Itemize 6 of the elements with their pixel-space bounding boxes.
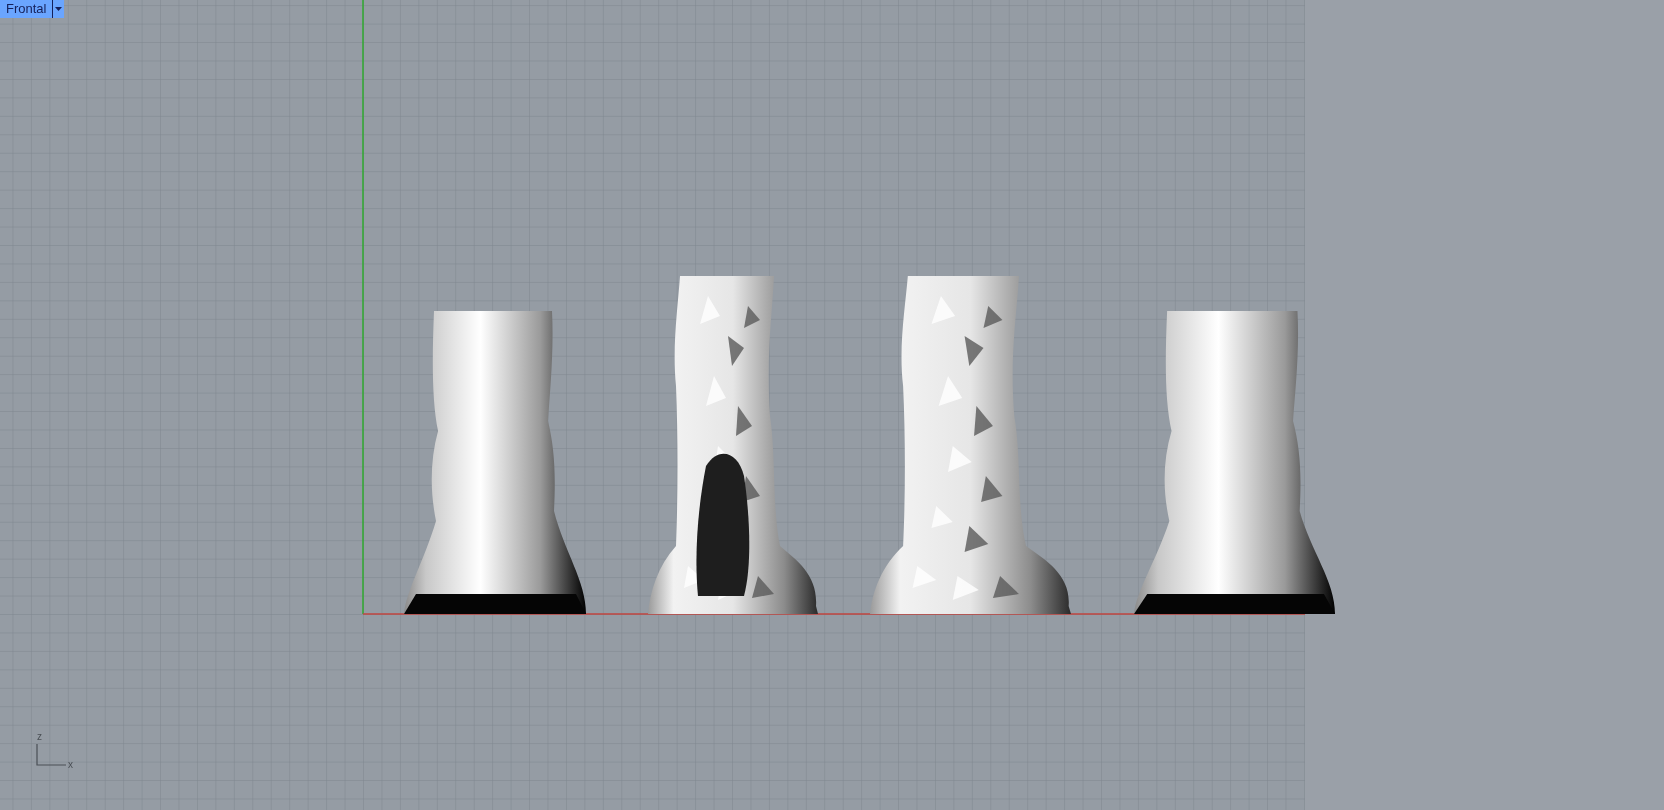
viewport-menu-button[interactable] [52,0,65,18]
caret-icon [55,7,63,11]
viewport-tab[interactable]: Frontal [0,0,53,18]
axis-label: x [68,759,73,771]
axis-label: z [37,731,42,743]
axis-icon [36,744,66,766]
